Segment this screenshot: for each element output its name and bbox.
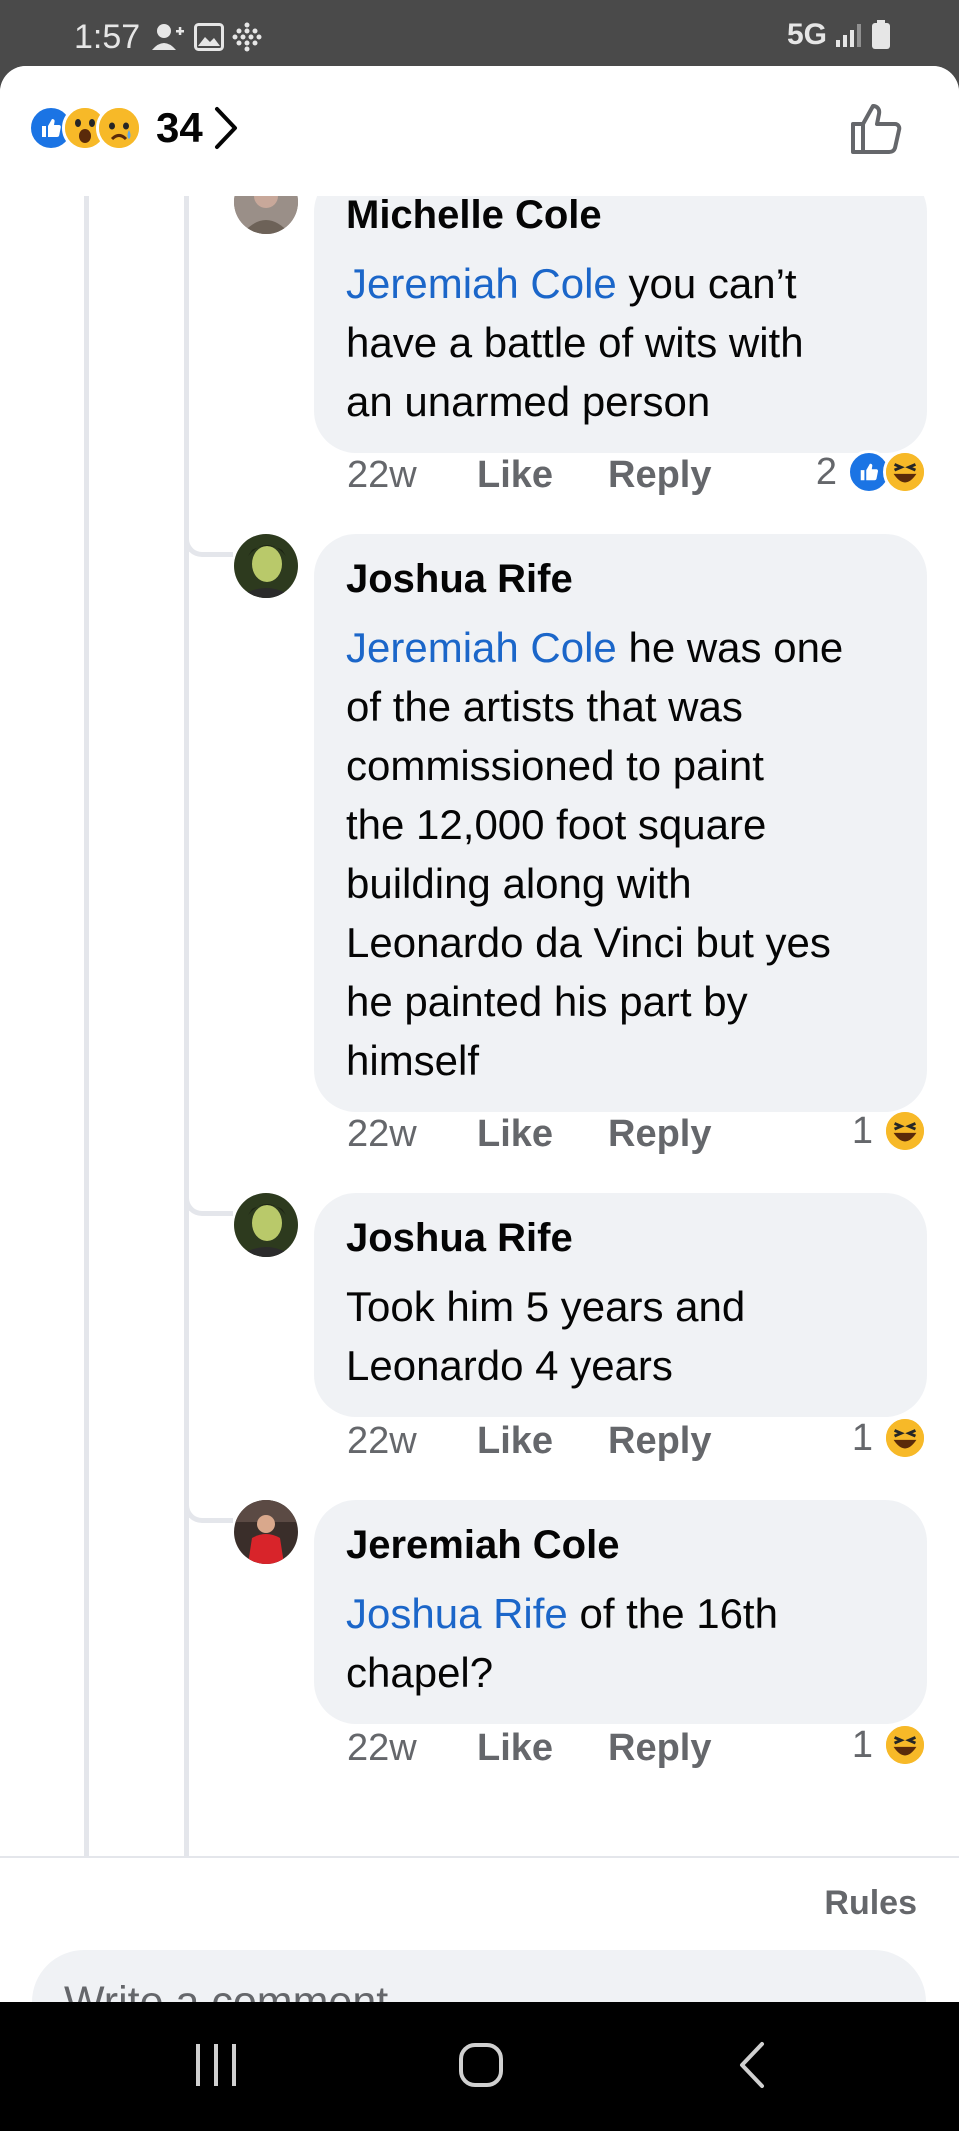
comment-text-line: an unarmed person [346, 378, 711, 425]
gallery-icon [194, 23, 224, 51]
comment-input[interactable] [32, 1950, 926, 2002]
comment-text: Jeremiah Cole you can’t have a battle of … [346, 254, 895, 431]
comment-author[interactable]: Joshua Rife [346, 1213, 573, 1263]
add-person-icon [152, 24, 184, 50]
back-icon[interactable] [736, 2040, 766, 2095]
comment-text-line: the 12,000 foot square [346, 801, 767, 848]
comment-bubble[interactable]: Michelle Cole Jeremiah Cole you can’t hav… [314, 170, 927, 453]
comment-actions: 22w Like Reply [347, 1420, 711, 1463]
comment-text-line: he was one [616, 624, 844, 671]
haha-reaction-icon [883, 1416, 927, 1460]
signal-icon [836, 24, 861, 47]
comment-reactions[interactable]: 1 [852, 1723, 927, 1767]
thread-line-inner [184, 196, 189, 1856]
recent-apps-icon[interactable] [194, 2040, 238, 2095]
haha-reaction-icon [883, 1723, 927, 1767]
reactions-header: 34 [0, 66, 959, 196]
comment-text-line: himself [346, 1037, 480, 1084]
sad-reaction-icon [96, 105, 142, 151]
system-nav-bar [0, 2002, 959, 2131]
comment-reaction-count: 1 [851, 1416, 873, 1459]
comment-text-line: commissioned to paint [346, 742, 764, 789]
status-bar: 1:57 5G [0, 0, 959, 66]
comment-text-line: building along with [346, 860, 692, 907]
comment-reactions[interactable]: 1 [852, 1109, 927, 1153]
comment-time[interactable]: 22w [347, 1727, 477, 1770]
comment-reactions[interactable]: 1 [852, 1416, 927, 1460]
reply-button[interactable]: Reply [608, 1420, 711, 1463]
avatar[interactable] [234, 1500, 298, 1564]
reply-connector [184, 1191, 233, 1216]
reply-connector [184, 532, 233, 557]
status-notification-icons [152, 22, 262, 52]
like-button[interactable]: Like [477, 1727, 608, 1770]
battery-icon [872, 20, 890, 49]
reactions-summary[interactable]: 34 [28, 104, 239, 152]
dial-pad-icon [232, 22, 262, 52]
home-icon[interactable] [458, 2040, 504, 2095]
comment-text-line: you can’t [616, 260, 797, 307]
comment-text: Joshua Rife of the 16th chapel? [346, 1584, 895, 1702]
comments-sheet: 34 Michelle Cole Jeremiah Cole you can’t… [0, 66, 959, 2002]
comment-text-line: he painted his part by [346, 978, 748, 1025]
comment-bubble[interactable]: Joshua Rife Jeremiah Cole he was one of t… [314, 534, 927, 1112]
mention-link[interactable]: Jeremiah Cole [346, 624, 617, 671]
comment-reaction-count: 2 [815, 450, 837, 493]
comment-text-line: Took him 5 years and [346, 1283, 746, 1330]
avatar[interactable] [234, 534, 298, 598]
comment-actions: 22w Like Reply [347, 1727, 711, 1770]
like-button[interactable]: Like [477, 1420, 608, 1463]
comment-text-line: have a battle of wits with [346, 319, 804, 366]
comment-text: Jeremiah Cole he was one of the artists t… [346, 618, 895, 1090]
mention-link[interactable]: Jeremiah Cole [346, 260, 617, 307]
comment-text-line: of the 16th [567, 1590, 778, 1637]
comment-bubble[interactable]: Joshua Rife Took him 5 years and Leonardo… [314, 1193, 927, 1417]
thread-line-outer [84, 196, 89, 1856]
comment-actions: 22w Like Reply [347, 1113, 711, 1156]
status-right: 5G [787, 18, 891, 52]
reply-button[interactable]: Reply [608, 1727, 711, 1770]
comment-time[interactable]: 22w [347, 454, 477, 497]
status-time: 1:57 [74, 18, 141, 56]
chevron-right-icon [214, 107, 237, 149]
comment-composer: Rules [0, 1856, 959, 2002]
comment-author[interactable]: Joshua Rife [346, 554, 573, 604]
haha-reaction-icon [883, 1109, 927, 1153]
comment-text-line: chapel? [346, 1649, 494, 1696]
reply-connector [184, 1498, 233, 1523]
like-button[interactable]: Like [477, 454, 608, 497]
comment-time[interactable]: 22w [347, 1420, 477, 1463]
comment-text-line: Leonardo 4 years [346, 1342, 673, 1389]
comment-bubble[interactable]: Jeremiah Cole Joshua Rife of the 16th cha… [314, 1500, 927, 1724]
rules-link[interactable]: Rules [824, 1884, 917, 1923]
like-button[interactable]: Like [477, 1113, 608, 1156]
like-post-button[interactable] [849, 100, 905, 156]
avatar[interactable] [234, 1193, 298, 1257]
comment-text-line: Leonardo da Vinci but yes [346, 919, 831, 966]
reaction-count: 34 [156, 104, 203, 151]
mention-link[interactable]: Joshua Rife [346, 1590, 568, 1637]
comment-author[interactable]: Jeremiah Cole [346, 1520, 619, 1570]
reply-button[interactable]: Reply [608, 454, 711, 497]
reply-button[interactable]: Reply [608, 1113, 711, 1156]
comment-actions: 22w Like Reply [347, 454, 711, 497]
haha-reaction-icon [883, 450, 927, 494]
comment-reactions[interactable]: 2 [816, 450, 927, 494]
comment-text: Took him 5 years and Leonardo 4 years [346, 1277, 895, 1395]
network-label: 5G [786, 18, 827, 51]
comment-text-line: of the artists that was [346, 683, 743, 730]
comment-reaction-count: 1 [851, 1109, 873, 1152]
comment-reaction-count: 1 [851, 1723, 873, 1766]
comment-author[interactable]: Michelle Cole [346, 190, 602, 240]
comment-time[interactable]: 22w [347, 1113, 477, 1156]
